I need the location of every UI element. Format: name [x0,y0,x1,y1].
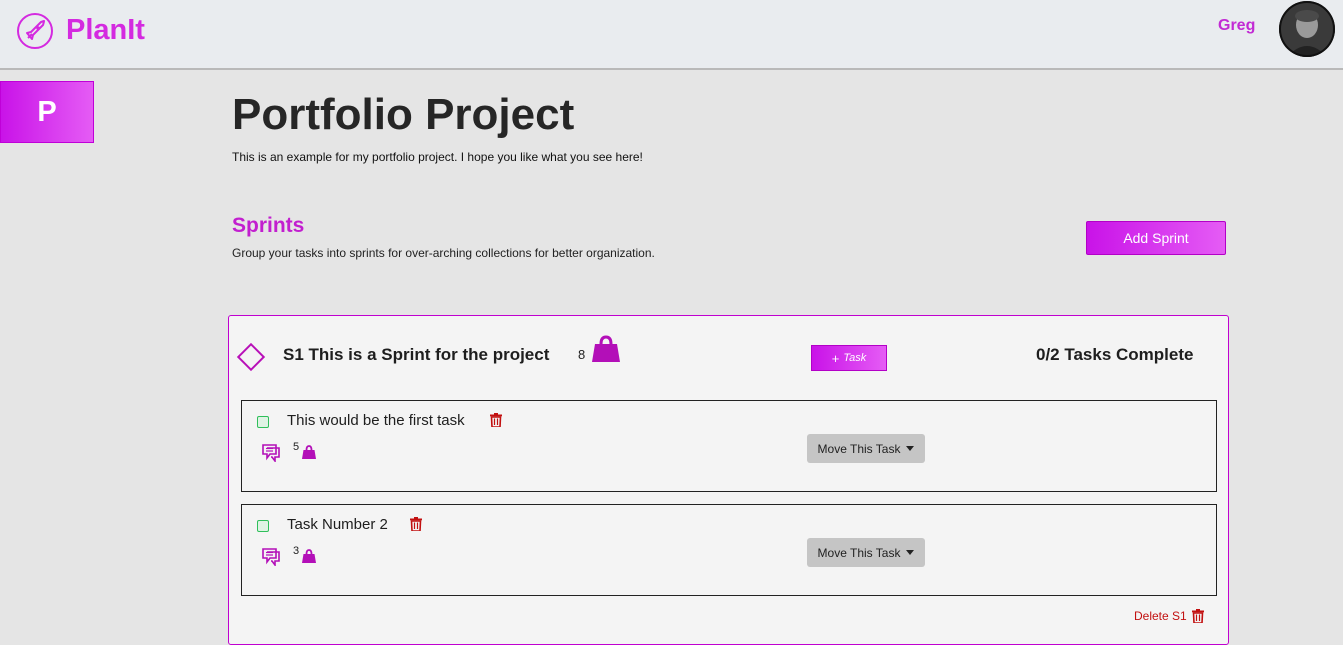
trash-icon[interactable] [490,413,502,427]
task-card: This would be the first task 5 Move This… [241,400,1217,492]
delete-sprint-button[interactable]: Delete S1 [1134,609,1204,623]
diamond-icon[interactable] [236,342,266,372]
sprint-weight: 8 [578,347,586,362]
task-weight: 5 [293,441,300,453]
comment-icon[interactable] [262,444,280,462]
caret-down-icon [906,446,915,451]
weight-icon [302,445,316,459]
add-sprint-button[interactable]: Add Sprint [1086,221,1226,255]
weight-icon [302,549,316,563]
project-description: This is an example for my portfolio proj… [232,150,643,164]
sprint-title: S1 This is a Sprint for the project [283,345,550,364]
delete-sprint-label: Delete S1 [1134,609,1187,623]
task-name: Task Number 2 [287,516,388,533]
add-task-button[interactable]: + Task [811,345,887,371]
weight-icon [592,335,620,362]
move-task-dropdown[interactable]: Move This Task [807,434,925,463]
top-navbar: PlanIt Greg [0,0,1343,70]
rocket-icon[interactable] [16,12,54,50]
trash-icon[interactable] [410,517,422,531]
avatar-photo [1279,1,1335,57]
user-name[interactable]: Greg [1218,17,1255,35]
sprints-description: Group your tasks into sprints for over-a… [232,246,655,260]
sprints-heading: Sprints [232,214,305,237]
avatar[interactable] [1279,1,1335,57]
move-task-label: Move This Task [817,441,901,456]
task-name: This would be the first task [287,412,465,429]
task-checkbox[interactable] [257,520,269,532]
task-checkbox[interactable] [257,416,269,428]
move-task-dropdown[interactable]: Move This Task [807,538,925,567]
sprint-card: S1 This is a Sprint for the project 8 + … [228,315,1229,645]
brand-name[interactable]: PlanIt [66,14,145,47]
tasks-complete-status: 0/2 Tasks Complete [1036,345,1194,364]
caret-down-icon [906,550,915,555]
move-task-label: Move This Task [817,545,901,560]
comment-icon[interactable] [262,548,280,566]
project-tile[interactable]: P [0,81,94,143]
add-task-label: Task [843,352,867,364]
task-card: Task Number 2 3 Move This Task [241,504,1217,596]
page-title: Portfolio Project [232,90,575,139]
trash-icon [1191,609,1204,623]
plus-icon: + [831,350,840,366]
task-weight: 3 [293,545,300,557]
